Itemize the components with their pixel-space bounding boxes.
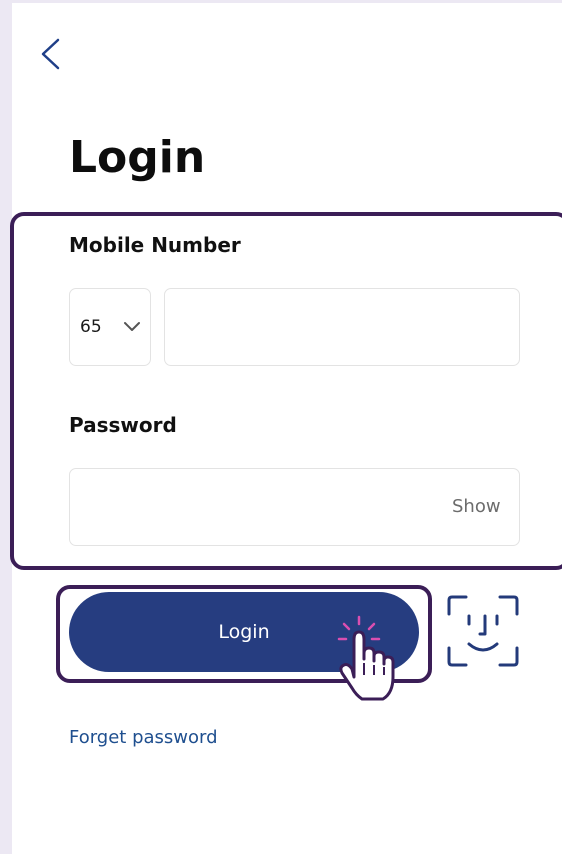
country-code-select[interactable]: 65 bbox=[69, 288, 151, 366]
chevron-down-icon bbox=[124, 322, 140, 331]
hand-pointer-icon bbox=[337, 615, 395, 701]
back-chevron-icon bbox=[41, 38, 60, 70]
country-code-value: 65 bbox=[80, 317, 102, 337]
face-id-icon[interactable] bbox=[446, 594, 520, 668]
mobile-number-label: Mobile Number bbox=[69, 233, 241, 257]
show-password-toggle[interactable]: Show bbox=[452, 496, 501, 517]
mobile-number-input[interactable] bbox=[164, 288, 520, 366]
page-title: Login bbox=[69, 132, 206, 183]
password-label: Password bbox=[69, 413, 177, 437]
back-button[interactable] bbox=[38, 36, 64, 72]
forget-password-link[interactable]: Forget password bbox=[69, 727, 218, 748]
